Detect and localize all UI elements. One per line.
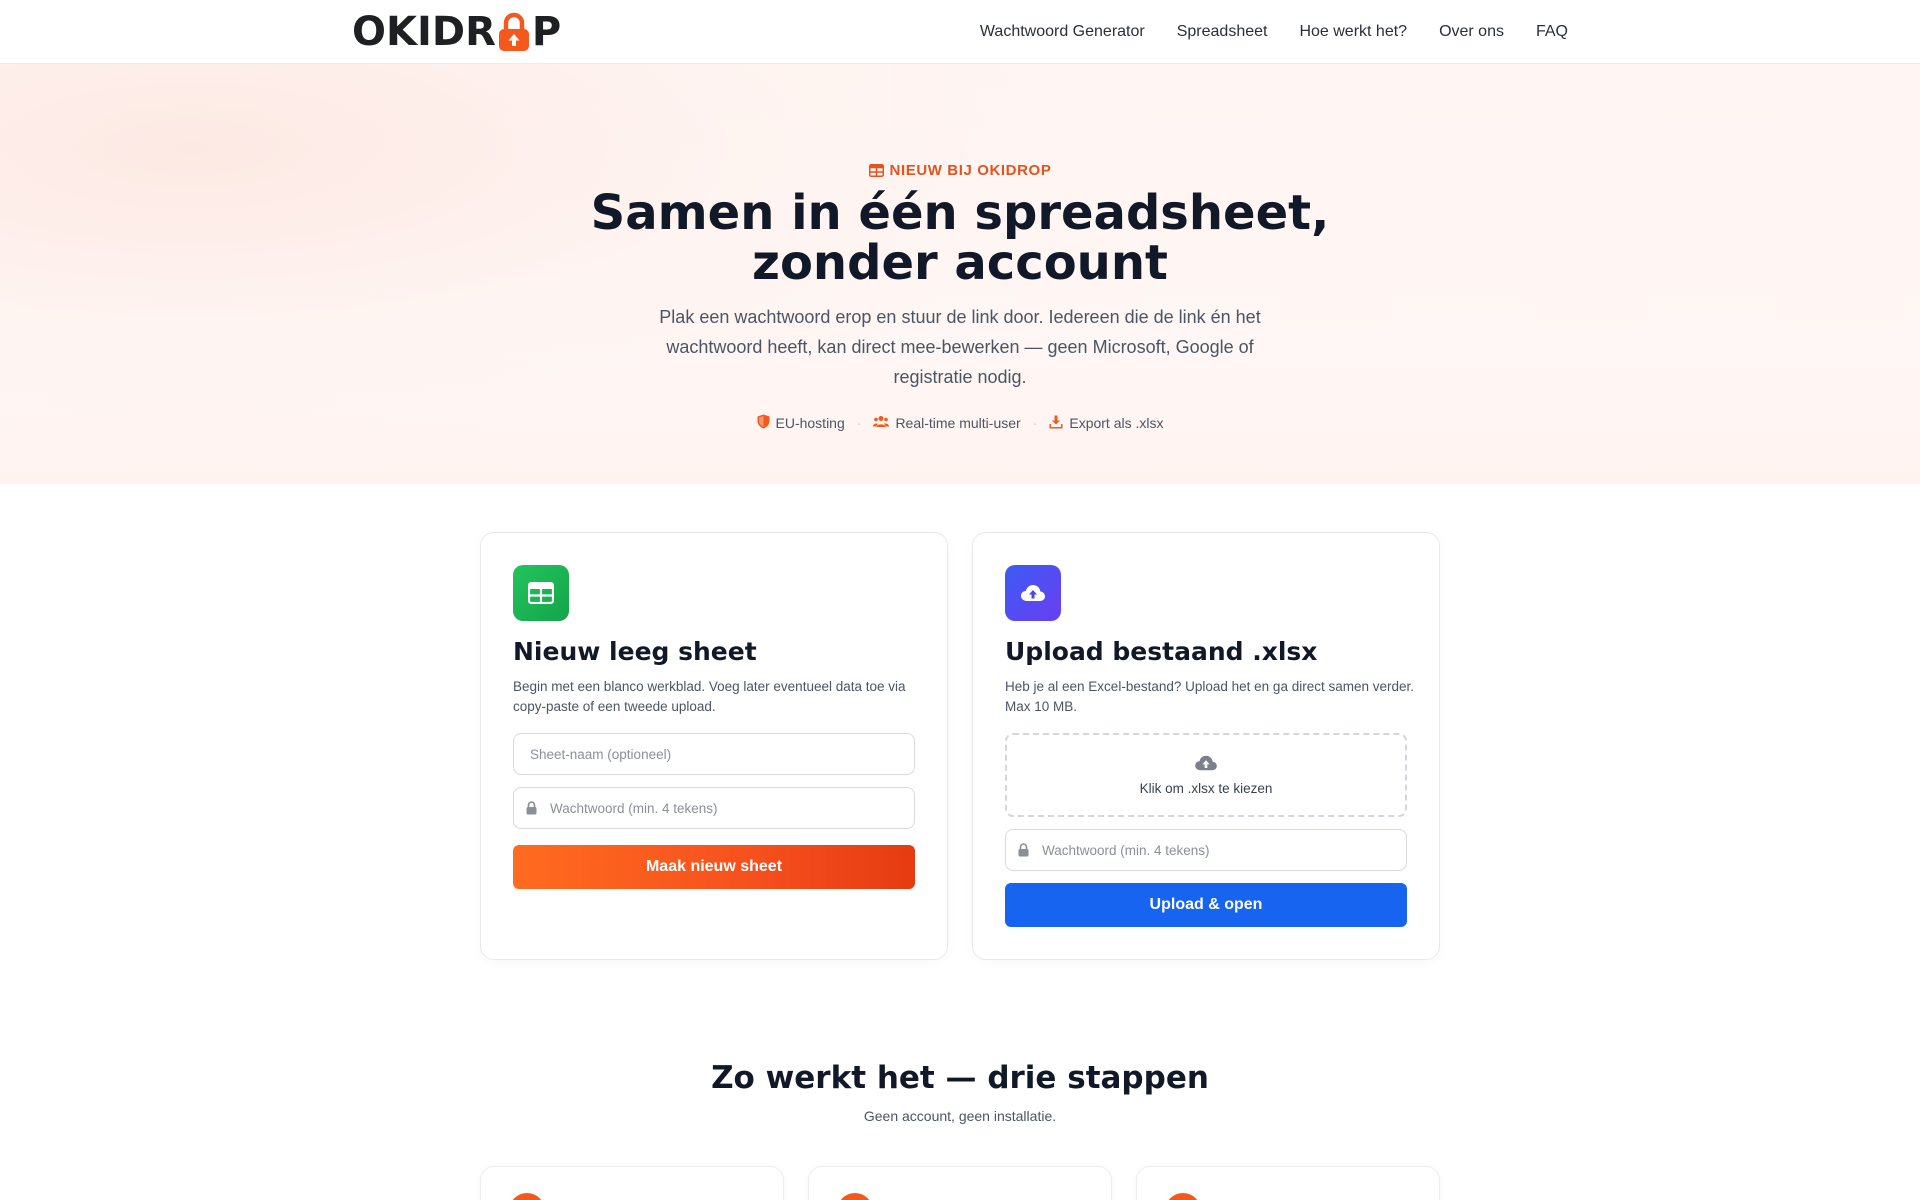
hero-title-line2: zonder account bbox=[752, 235, 1168, 291]
sheet-name-placeholder: Sheet-naam (optioneel) bbox=[530, 746, 672, 762]
step-card bbox=[1136, 1166, 1440, 1200]
logo-text-suffix: P bbox=[531, 9, 562, 55]
spreadsheet-icon bbox=[513, 565, 569, 621]
upload-password-input[interactable]: Wachtwoord (min. 4 tekens) bbox=[1005, 829, 1407, 871]
lock-icon bbox=[526, 801, 537, 818]
feature-label: Real-time multi-user bbox=[895, 415, 1021, 431]
lock-icon bbox=[497, 12, 531, 52]
table-icon bbox=[868, 164, 884, 181]
step-card bbox=[480, 1166, 784, 1200]
step-card bbox=[808, 1166, 1112, 1200]
dropzone-label: Klik om .xlsx te kiezen bbox=[1139, 781, 1273, 796]
lock-icon bbox=[1018, 843, 1029, 860]
feature-export: Export als .xlsx bbox=[1049, 415, 1164, 432]
sheet-name-input[interactable]: Sheet-naam (optioneel) bbox=[513, 733, 915, 775]
upload-title: Upload bestaand .xlsx bbox=[1005, 637, 1318, 666]
password-placeholder: Wachtwoord (min. 4 tekens) bbox=[1042, 842, 1210, 858]
separator-dot: · bbox=[1032, 415, 1038, 431]
nav-link-faq[interactable]: FAQ bbox=[1536, 23, 1568, 41]
logo[interactable]: OKIDR P bbox=[352, 9, 562, 55]
cloud-upload-icon bbox=[1194, 754, 1218, 775]
steps-subtitle: Geen account, geen installatie. bbox=[863, 1108, 1057, 1124]
step-number-badge bbox=[1165, 1193, 1201, 1200]
site-header: OKIDR P Wachtwoord Generator Spreadsheet… bbox=[0, 0, 1920, 64]
steps-title: Zo werkt het — drie stappen bbox=[711, 1060, 1209, 1096]
nav-link-password-generator[interactable]: Wachtwoord Generator bbox=[980, 23, 1145, 41]
main-nav: Wachtwoord Generator Spreadsheet Hoe wer… bbox=[980, 0, 1568, 64]
hero-badge: NIEUW BIJ OKIDROP bbox=[0, 162, 1920, 181]
upload-description: Heb je al een Excel-bestand? Upload het … bbox=[1005, 679, 1415, 714]
hero-features: EU-hosting · Real-time multi-user · Expo… bbox=[0, 414, 1920, 432]
nav-link-about[interactable]: Over ons bbox=[1439, 23, 1504, 41]
hero-title: Samen in één spreadsheet, zonder account bbox=[560, 188, 1360, 288]
step-number-badge bbox=[509, 1193, 545, 1200]
download-icon bbox=[1049, 415, 1063, 432]
create-sheet-button[interactable]: Maak nieuw sheet bbox=[513, 845, 915, 889]
new-sheet-card: Nieuw leeg sheet Begin met een blanco we… bbox=[480, 532, 948, 960]
cloud-upload-icon bbox=[1005, 565, 1061, 621]
password-placeholder: Wachtwoord (min. 4 tekens) bbox=[550, 800, 718, 816]
users-icon bbox=[873, 415, 890, 431]
new-sheet-password-input[interactable]: Wachtwoord (min. 4 tekens) bbox=[513, 787, 915, 829]
feature-eu-hosting: EU-hosting bbox=[757, 414, 845, 432]
step-number-badge bbox=[837, 1193, 873, 1200]
upload-card: Upload bestaand .xlsx Heb je al een Exce… bbox=[972, 532, 1440, 960]
new-sheet-description: Begin met een blanco werkblad. Voeg late… bbox=[513, 679, 906, 714]
hero-badge-label: NIEUW BIJ OKIDROP bbox=[889, 162, 1052, 179]
separator-dot: · bbox=[856, 415, 862, 431]
hero-title-line1: Samen in één spreadsheet, bbox=[590, 185, 1330, 241]
logo-text-prefix: OKIDR bbox=[352, 9, 496, 55]
nav-link-how-it-works[interactable]: Hoe werkt het? bbox=[1299, 23, 1407, 41]
hero-section: NIEUW BIJ OKIDROP Samen in één spreadshe… bbox=[0, 64, 1920, 484]
shield-icon bbox=[757, 414, 770, 432]
hero-subtitle: Plak een wachtwoord erop en stuur de lin… bbox=[659, 307, 1261, 387]
nav-link-spreadsheet[interactable]: Spreadsheet bbox=[1177, 23, 1268, 41]
new-sheet-title: Nieuw leeg sheet bbox=[513, 637, 757, 666]
feature-label: Export als .xlsx bbox=[1069, 415, 1164, 431]
file-dropzone[interactable]: Klik om .xlsx te kiezen bbox=[1005, 733, 1407, 817]
feature-realtime: Real-time multi-user bbox=[873, 415, 1021, 431]
feature-label: EU-hosting bbox=[775, 415, 845, 431]
upload-open-button[interactable]: Upload & open bbox=[1005, 883, 1407, 927]
